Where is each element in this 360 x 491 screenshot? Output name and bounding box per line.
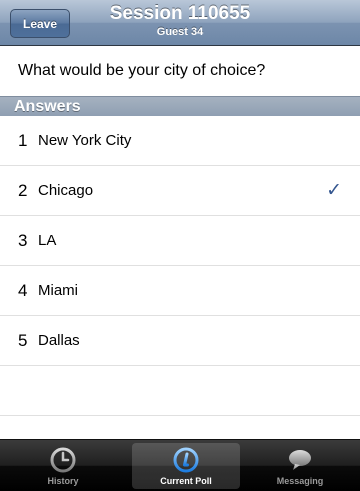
tab-bar: History Current Poll Messaging — [0, 439, 360, 491]
answer-label: Dallas — [38, 332, 80, 349]
guest-label: Guest 34 — [156, 26, 204, 38]
answer-option-1[interactable]: 1 New York City — [0, 116, 360, 166]
answer-number: 4 — [18, 280, 28, 300]
answer-number: 5 — [18, 330, 28, 350]
tab-label: History — [47, 476, 79, 486]
empty-row — [0, 366, 360, 416]
answer-label: Chicago — [38, 182, 94, 199]
chat-bubble-icon — [289, 450, 311, 470]
tab-history[interactable]: History — [9, 443, 117, 489]
answer-number: 1 — [18, 130, 28, 150]
answer-option-2[interactable]: 2 Chicago ✓ — [0, 166, 360, 216]
info-icon — [173, 447, 199, 473]
answer-label: LA — [38, 232, 57, 249]
tab-label: Messaging — [276, 476, 324, 486]
answer-option-3[interactable]: 3 LA — [0, 216, 360, 266]
answer-label: Miami — [38, 282, 78, 299]
tab-label: Current Poll — [160, 476, 212, 486]
answer-number: 2 — [18, 180, 28, 200]
poll-question: What would be your city of choice? — [0, 46, 360, 96]
answers-list: 1 New York City 2 Chicago ✓ 3 LA 4 Miami… — [0, 116, 360, 416]
answer-number: 3 — [18, 230, 28, 250]
tab-current-poll[interactable]: Current Poll — [132, 443, 240, 489]
answer-option-5[interactable]: 5 Dallas — [0, 316, 360, 366]
answer-label: New York City — [38, 132, 132, 149]
tab-messaging[interactable]: Messaging — [246, 443, 354, 489]
checkmark-icon: ✓ — [326, 180, 342, 201]
session-name: Session 110655 — [109, 3, 251, 24]
leave-button[interactable]: Leave — [10, 9, 70, 38]
answer-option-4[interactable]: 4 Miami — [0, 266, 360, 316]
session-title: Session 110655 Guest 34 — [80, 2, 280, 38]
answers-section-header: Answers — [0, 96, 360, 116]
clock-icon — [50, 447, 76, 473]
navigation-bar: Leave Session 110655 Guest 34 — [0, 0, 360, 46]
